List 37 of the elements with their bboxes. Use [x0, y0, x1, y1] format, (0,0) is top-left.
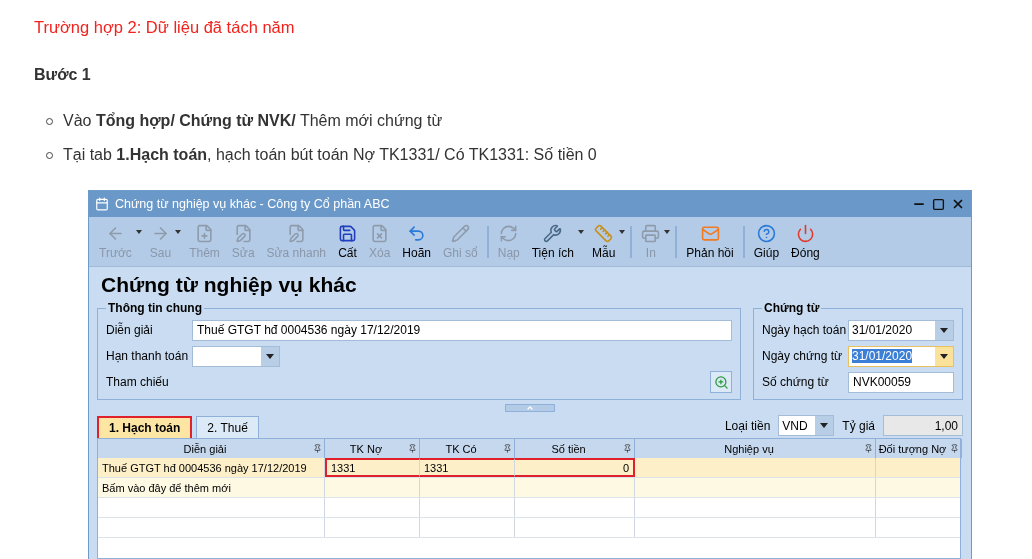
- toolbar-button[interactable]: Hoãn: [396, 221, 438, 262]
- toolbar-button[interactable]: Mẫu: [586, 221, 628, 262]
- column-header[interactable]: Số tiền: [515, 439, 635, 458]
- field-label: Hạn thanh toán: [106, 349, 190, 363]
- toolbar-button[interactable]: Tiện ích: [525, 221, 586, 262]
- toolbar-button[interactable]: Phản hồi: [680, 221, 740, 262]
- instruction-text: Tại tab 1.Hạch toán, hạch toán bút toán Nợ TK1331/ Có TK1331: Số tiền 0: [63, 146, 597, 164]
- toolbar-button[interactable]: Cất: [332, 221, 363, 262]
- field-label: Tham chiếu: [106, 375, 170, 389]
- exchange-rate-field[interactable]: 1,00: [883, 415, 963, 436]
- field-label: Số chứng từ: [762, 375, 830, 389]
- date-dropdown[interactable]: 31/01/2020: [848, 345, 954, 367]
- column-header[interactable]: TK Nợ: [325, 439, 420, 458]
- window-title: Chứng từ nghiệp vụ khác - Công ty Cổ phần ABC: [115, 197, 391, 211]
- toolbar-button[interactable]: Đóng: [785, 221, 826, 262]
- instruction-text: Vào Tổng hợp/ Chứng từ NVK/ Thêm mới chứng từ: [63, 112, 443, 130]
- table-cell: 1331: [325, 458, 420, 477]
- date-dropdown[interactable]: 31/01/2020: [848, 319, 954, 341]
- field-label: Tỷ giá: [842, 418, 875, 433]
- description-field[interactable]: Thuế GTGT hđ 0004536 ngày 17/12/2019: [192, 319, 732, 341]
- voucher-number-field[interactable]: NVK00059: [848, 371, 954, 393]
- field-label: Ngày chứng từ: [762, 349, 844, 363]
- field-label: Loại tiền: [724, 418, 771, 433]
- group-legend: Thông tin chung: [106, 301, 204, 315]
- field-label: Ngày hạch toán: [762, 323, 848, 337]
- table-cell: 0: [515, 458, 635, 477]
- step-title: Bước 1: [34, 66, 92, 85]
- tab[interactable]: 2. Thuế: [196, 416, 259, 438]
- column-header[interactable]: TK Có: [420, 439, 515, 458]
- field-label: Diễn giải: [106, 323, 154, 337]
- tab[interactable]: 1. Hạch toán: [97, 416, 193, 438]
- section-heading: Trường hợp 2: Dữ liệu đã tách năm: [34, 18, 296, 38]
- table-cell: Thuế GTGT hđ 0004536 ngày 17/12/2019: [98, 458, 325, 477]
- group-legend: Chứng từ: [762, 301, 822, 315]
- toolbar-button[interactable]: Giúp: [747, 221, 786, 262]
- form-title: Chứng từ nghiệp vụ khác: [101, 273, 358, 297]
- currency-dropdown[interactable]: VND: [778, 415, 835, 436]
